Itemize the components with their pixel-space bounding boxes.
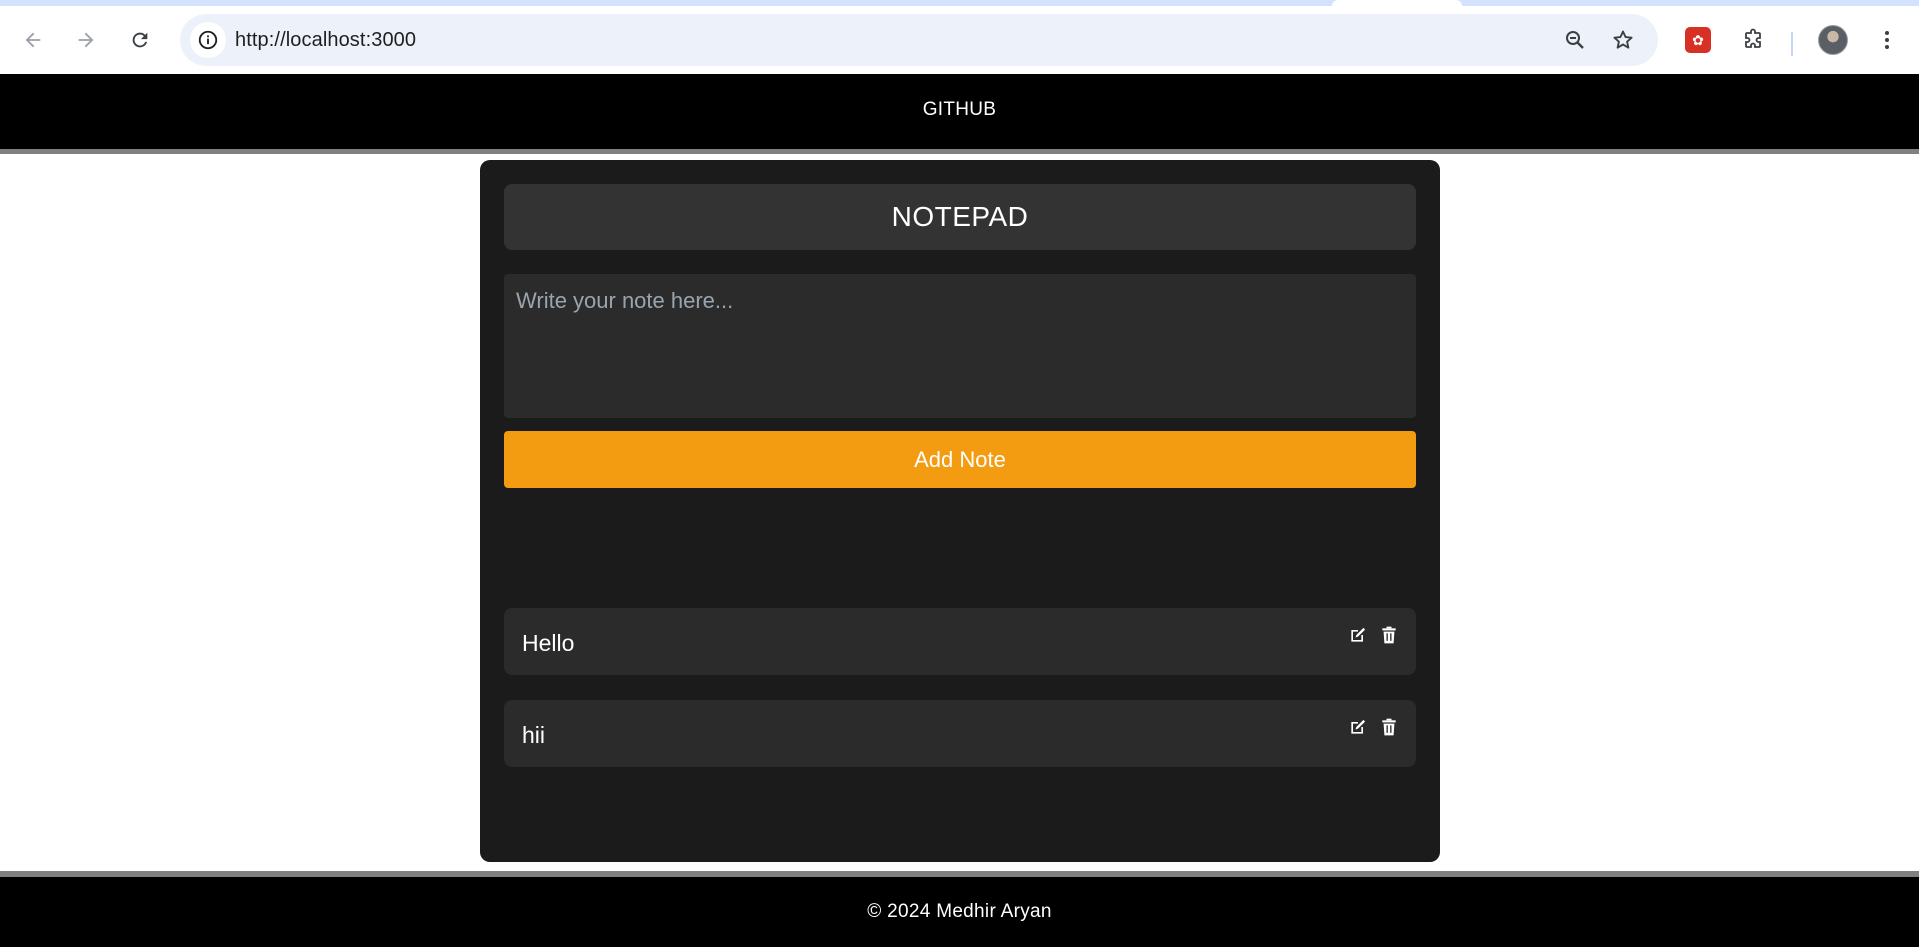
forward-button[interactable] [68, 22, 104, 58]
back-arrow-icon [25, 32, 41, 48]
note-input[interactable] [504, 274, 1416, 418]
puzzle-icon [1745, 28, 1761, 48]
copyright-text: © 2024 Medhir Aryan [867, 901, 1052, 922]
page-title: NOTEPAD [504, 184, 1416, 250]
extension-button[interactable]: ✿ [1680, 22, 1716, 58]
avatar [1818, 25, 1848, 55]
site-header: GITHUB [0, 74, 1919, 154]
profile-button[interactable] [1815, 22, 1851, 58]
delete-note-button[interactable] [1378, 624, 1400, 646]
note-text: Hello [522, 630, 575, 656]
github-link[interactable]: GITHUB [923, 99, 997, 121]
back-button[interactable] [15, 22, 51, 58]
site-footer: © 2024 Medhir Aryan [0, 871, 1919, 947]
browser-menu-button[interactable] [1869, 22, 1905, 58]
delete-note-button[interactable] [1378, 716, 1400, 738]
toolbar-divider [1791, 32, 1793, 56]
reload-icon [132, 32, 148, 48]
zoom-out-icon [1566, 31, 1584, 49]
note-item: Hello [504, 608, 1416, 675]
add-note-button[interactable]: Add Note [504, 431, 1416, 488]
url-text[interactable]: http://localhost:3000 [235, 29, 416, 52]
note-text: hii [522, 722, 546, 748]
edit-icon [1351, 719, 1366, 734]
extension-icon: ✿ [1685, 27, 1711, 53]
trash-icon [1382, 718, 1396, 736]
edit-note-button[interactable] [1347, 716, 1369, 738]
note-item: hii [504, 700, 1416, 767]
extensions-menu-button[interactable] [1735, 22, 1771, 58]
browser-toolbar: http://localhost:3000 ✿ [0, 6, 1919, 74]
trash-icon [1382, 626, 1396, 644]
bookmark-button[interactable] [1609, 26, 1637, 54]
forward-arrow-icon [78, 32, 94, 48]
info-icon [198, 30, 218, 50]
zoom-button[interactable] [1561, 26, 1589, 54]
star-icon [1613, 30, 1633, 49]
edit-note-button[interactable] [1347, 624, 1369, 646]
notepad-card: NOTEPAD Add Note Hello hii [480, 160, 1440, 862]
reload-button[interactable] [122, 22, 158, 58]
edit-icon [1351, 627, 1366, 642]
address-bar[interactable]: http://localhost:3000 [180, 14, 1658, 66]
site-info-button[interactable] [190, 22, 226, 58]
kebab-menu-icon [1885, 31, 1889, 49]
